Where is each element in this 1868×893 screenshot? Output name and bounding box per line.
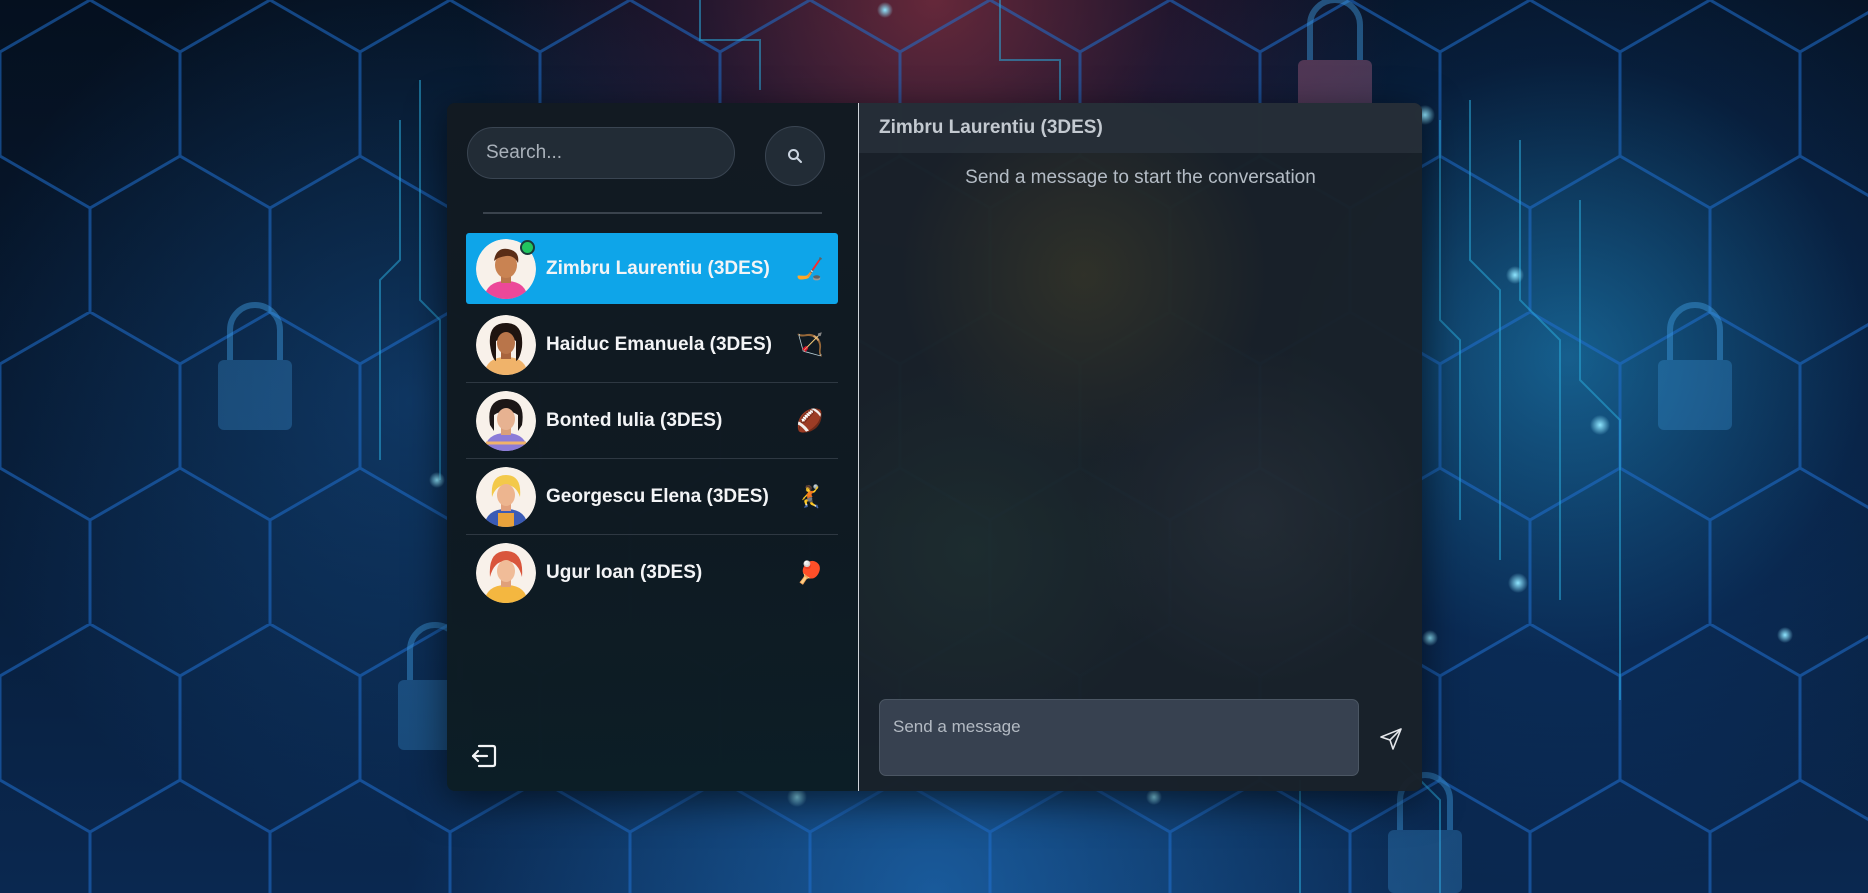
contact-item[interactable]: Ugur Ioan (3DES) 🏓: [466, 536, 838, 610]
logout-icon: [471, 744, 497, 768]
contact-list: Zimbru Laurentiu (3DES) 🏒 Haiduc Emanuel…: [466, 233, 838, 611]
hockey-icon: 🏒: [796, 255, 824, 281]
contact-item[interactable]: Bonted Iulia (3DES) 🏈: [466, 384, 838, 459]
search-button[interactable]: [765, 126, 825, 186]
online-status-dot: [520, 239, 535, 255]
ping-pong-icon: 🏓: [796, 560, 824, 585]
search-bar: [467, 126, 838, 186]
avatar: [476, 391, 536, 451]
message-input[interactable]: [879, 699, 1359, 776]
contacts-sidebar: Zimbru Laurentiu (3DES) 🏒 Haiduc Emanuel…: [447, 103, 859, 791]
chat-header: Zimbru Laurentiu (3DES): [859, 103, 1422, 153]
football-icon: 🏈: [796, 408, 824, 433]
avatar: [476, 467, 536, 527]
avatar: [476, 543, 536, 603]
avatar: [476, 315, 536, 375]
sidebar-divider: [483, 212, 822, 214]
send-icon: [1380, 728, 1402, 750]
contact-name: Georgescu Elena (3DES): [546, 486, 769, 507]
chat-title: Zimbru Laurentiu (3DES): [879, 117, 1103, 138]
contact-name: Zimbru Laurentiu (3DES): [546, 257, 770, 279]
bow-and-arrow-icon: 🏹: [796, 332, 824, 357]
contact-name: Haiduc Emanuela (3DES): [546, 334, 772, 355]
contact-name: Ugur Ioan (3DES): [546, 562, 703, 583]
search-icon: [788, 149, 802, 163]
chat-panel: Zimbru Laurentiu (3DES) Send a message t…: [859, 103, 1422, 791]
contact-item[interactable]: Zimbru Laurentiu (3DES) 🏒: [466, 233, 838, 304]
handball-icon: 🤾: [796, 484, 824, 509]
logout-button[interactable]: [469, 741, 499, 771]
contact-name: Bonted Iulia (3DES): [546, 410, 723, 431]
avatar: [476, 238, 536, 299]
contact-item[interactable]: Georgescu Elena (3DES) 🤾: [466, 460, 838, 535]
search-input[interactable]: [467, 127, 735, 179]
empty-conversation-message: Send a message to start the conversation: [965, 167, 1316, 188]
chat-app-window: Zimbru Laurentiu (3DES) 🏒 Haiduc Emanuel…: [447, 103, 1422, 791]
contact-item[interactable]: Haiduc Emanuela (3DES) 🏹: [466, 308, 838, 383]
send-button[interactable]: [1378, 726, 1404, 752]
